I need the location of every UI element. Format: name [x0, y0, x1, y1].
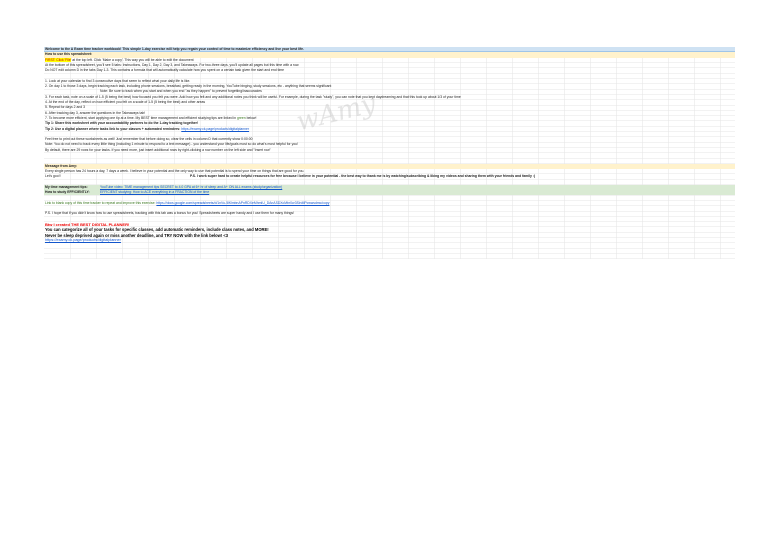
default-rows-note: By default, there are 29 rows for your t…	[45, 147, 271, 152]
tip-2-row: Tip 2: Use a digital planner where tasks…	[44, 127, 735, 132]
tip-2: Tip 2: Use a digital planner where tasks…	[45, 126, 182, 131]
spreadsheet-grid[interactable]: Welcome to the A Exam time tracker workb…	[44, 47, 735, 259]
study-label: How to study EFFICIENTLY:	[45, 190, 90, 195]
lets-go-text: Let's goo!!	[45, 174, 61, 179]
step-7-text: 7. To become more efficient, start apply…	[45, 115, 237, 120]
study-video-link[interactable]: EFFICIENT studying: How to ACE everythin…	[100, 190, 209, 195]
study-row: How to study EFFICIENTLY: EFFICIENT study…	[44, 190, 735, 196]
tips-label: My time management tips:	[45, 184, 88, 189]
planner-link-row: https://examy.ck.page/products/digitalpl…	[44, 238, 735, 243]
copy-link[interactable]: https://docs.google.com/spreadsheets/d/1…	[156, 201, 329, 205]
step-7-green: green	[237, 115, 246, 120]
ps-spreadsheets: P.S. I hope that if you didn't know how …	[45, 211, 294, 216]
copy-row: Link to blank copy of this time tracker …	[44, 201, 735, 206]
ps-thanks: P.S. I work super hard to create helpful…	[190, 174, 536, 179]
tip-2-link[interactable]: https://examy.ck.page/products/digitalpl…	[181, 127, 249, 131]
do-not-edit-note: Do NOT edit column D in the tabs Day 1-3…	[45, 68, 285, 73]
copy-label: Link to blank copy of this time tracker …	[45, 200, 157, 205]
planner-link[interactable]: https://examy.ck.page/products/digitalpl…	[45, 238, 121, 242]
message-row-2: Let's goo!! P.S. I work super hard to cre…	[44, 174, 735, 179]
first-highlight: FIRST: Click 'File'	[45, 57, 72, 62]
step-7-end: below!	[245, 115, 257, 120]
first-text: at the top left. Click 'Make a copy'. Th…	[71, 57, 194, 62]
